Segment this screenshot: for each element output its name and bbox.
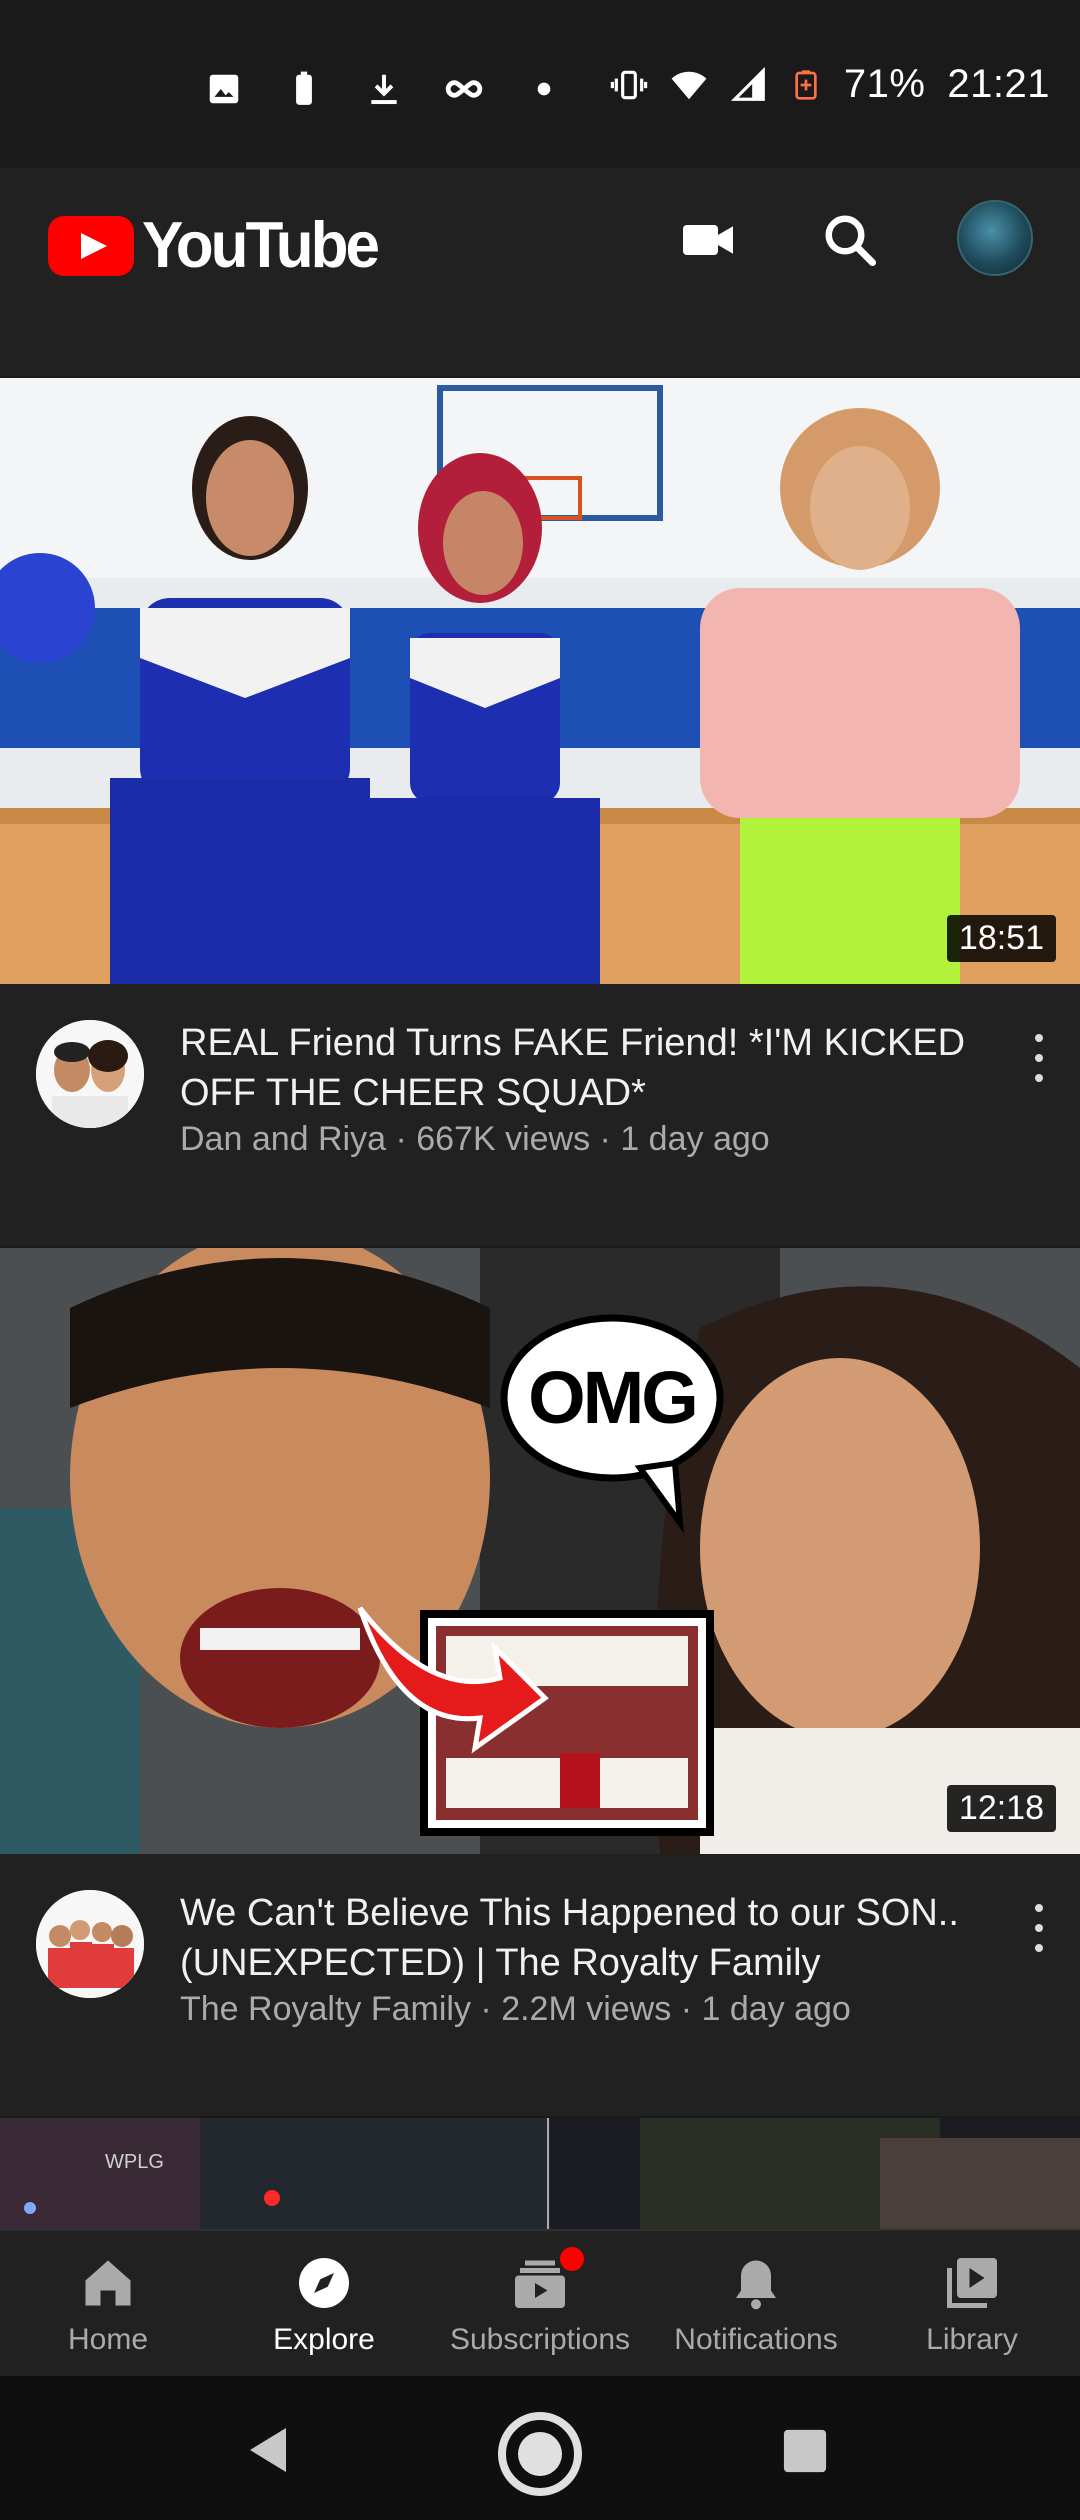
video-subtitle: Dan and Riya · 667K views · 1 day ago xyxy=(180,1120,770,1159)
nav-label: Notifications xyxy=(674,2323,838,2356)
home-circle-icon[interactable] xyxy=(496,2410,584,2498)
nav-home[interactable]: Home xyxy=(0,2231,216,2376)
app-header: YouTube xyxy=(0,168,1080,312)
video-thumbnail[interactable]: OMG 12:18 xyxy=(0,1248,1080,1854)
nav-label: Explore xyxy=(273,2323,375,2356)
news-watermark: WPLG xyxy=(105,2151,164,2173)
vibrate-icon xyxy=(610,70,648,99)
channel-avatar[interactable] xyxy=(36,1890,144,1998)
view-count: 667K views xyxy=(416,1120,591,1158)
youtube-play-icon xyxy=(48,215,134,276)
feed-spacer xyxy=(0,312,1080,378)
download-icon xyxy=(371,74,397,105)
bell-icon xyxy=(736,2260,776,2310)
battery-percent: 71% xyxy=(843,62,926,106)
thumbnail-text: OMG xyxy=(528,1356,696,1439)
recents-icon[interactable] xyxy=(782,2428,828,2474)
channel-name[interactable]: Dan and Riya xyxy=(180,1120,386,1158)
video-subtitle: The Royalty Family · 2.2M views · 1 day … xyxy=(180,1990,851,2029)
video-title: We Can't Believe This Happened to our SO… xyxy=(180,1892,959,1984)
nav-explore[interactable]: Explore xyxy=(216,2231,432,2376)
video-meta[interactable]: REAL Friend Turns FAKE Friend! *I'M KICK… xyxy=(0,984,1080,1246)
video-meta[interactable]: We Can't Believe This Happened to our SO… xyxy=(0,1854,1080,2116)
search-button[interactable] xyxy=(814,204,886,276)
video-title: REAL Friend Turns FAKE Friend! *I'M KICK… xyxy=(180,1022,966,1114)
clock: 21:21 xyxy=(947,62,1050,106)
view-count: 2.2M views xyxy=(501,1990,672,2028)
compass-icon xyxy=(299,2258,349,2308)
video-duration: 12:18 xyxy=(946,1785,1056,1832)
back-icon[interactable] xyxy=(246,2424,294,2476)
upload-video-button[interactable] xyxy=(672,204,744,276)
thumbnail-image-omg: OMG xyxy=(0,1248,1080,1854)
thumbnail-image-cheer-squad xyxy=(0,378,1080,984)
image-icon xyxy=(209,74,239,104)
video-duration: 18:51 xyxy=(946,915,1056,962)
nav-library[interactable]: Library xyxy=(864,2231,1080,2376)
nav-label: Home xyxy=(67,2323,149,2356)
bottom-navigation: Home Explore Subscriptions Notifications… xyxy=(0,2229,1080,2376)
battery-saver-icon xyxy=(795,69,817,100)
more-options-button[interactable] xyxy=(1024,1898,1054,1958)
account-avatar[interactable] xyxy=(957,200,1033,276)
library-icon xyxy=(947,2258,997,2308)
upload-age: 1 day ago xyxy=(620,1120,770,1158)
wifi-icon xyxy=(671,71,707,99)
meta-separator: · xyxy=(671,1990,702,2028)
status-bar: 71% 21:21 xyxy=(0,0,1080,168)
search-icon xyxy=(825,215,876,266)
upload-age: 1 day ago xyxy=(701,1990,851,2028)
video-camera-icon xyxy=(683,225,733,255)
youtube-logo[interactable]: YouTube xyxy=(48,209,380,282)
system-navigation-bar xyxy=(0,2376,1080,2520)
infinity-icon xyxy=(445,80,483,98)
nav-label: Library xyxy=(926,2323,1018,2356)
dot-icon xyxy=(537,82,551,96)
more-options-button[interactable] xyxy=(1024,1028,1054,1088)
battery-small-icon xyxy=(296,71,312,105)
meta-separator: · xyxy=(470,1990,502,2028)
channel-avatar[interactable] xyxy=(36,1020,144,1128)
signal-icon xyxy=(730,66,765,101)
video-thumbnail[interactable]: WPLG xyxy=(0,2118,1080,2229)
nav-subscriptions[interactable]: Subscriptions xyxy=(432,2231,648,2376)
new-content-badge xyxy=(560,2247,584,2271)
channel-name[interactable]: The Royalty Family xyxy=(180,1990,471,2028)
home-icon xyxy=(85,2260,131,2306)
meta-separator: · xyxy=(590,1120,621,1158)
video-thumbnail[interactable]: 18:51 xyxy=(0,378,1080,984)
brand-wordmark: YouTube xyxy=(142,209,380,282)
meta-separator: · xyxy=(386,1120,417,1158)
thumbnail-image-news: WPLG xyxy=(0,2118,1080,2229)
nav-notifications[interactable]: Notifications xyxy=(648,2231,864,2376)
nav-label: Subscriptions xyxy=(449,2323,631,2356)
